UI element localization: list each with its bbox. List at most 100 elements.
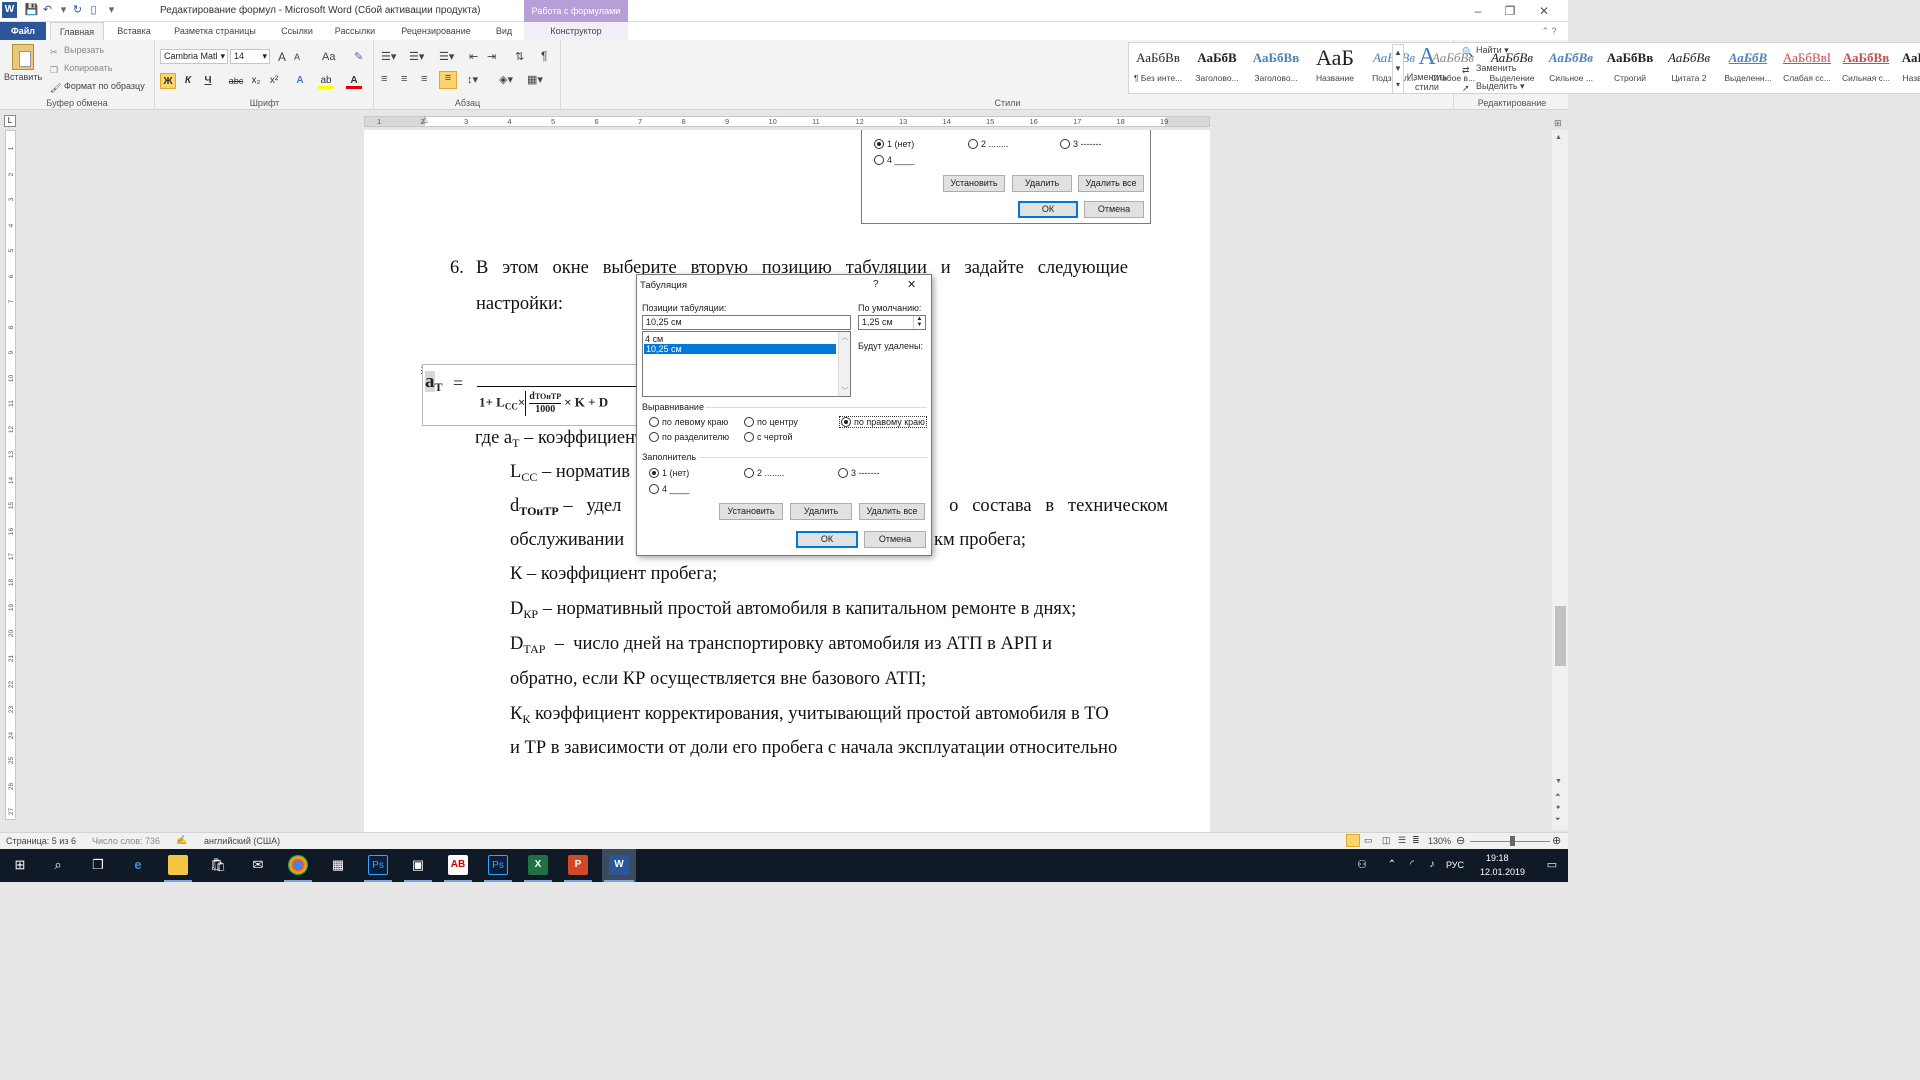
strikethrough-button[interactable]: abc [228,73,244,89]
next-page-icon[interactable]: ⏷ [1555,816,1561,824]
bg-set-button[interactable]: Установить [943,175,1005,192]
scroll-thumb[interactable] [1555,606,1566,666]
edge-icon[interactable]: e [128,855,148,875]
line-spacing-icon[interactable]: ↕▾ [467,73,478,86]
help-button[interactable]: ? [873,279,879,290]
shading-icon[interactable]: ◈▾ [499,73,513,86]
bg-fill-option-4[interactable]: 4 ____ [874,155,915,165]
zoom-in-icon[interactable]: ⊕ [1552,834,1561,847]
align-decimal-radio[interactable]: по разделителю [649,432,729,442]
align-left-radio[interactable]: по левому краю [649,417,728,427]
justify-icon[interactable]: ≡ [439,71,457,89]
style-intense-reference[interactable]: АаБбВв Сильная с... [1837,43,1895,93]
tab-mailings[interactable]: Рассылки [328,22,382,40]
bg-ok-button[interactable]: ОК [1018,201,1078,218]
style-subtle-reference[interactable]: АаБбВвI Слабая сс... [1778,43,1836,93]
search-icon[interactable]: ⌕ [48,855,68,875]
list-scrollbar[interactable]: ︿ ﹀ [838,332,850,396]
bg-delete-button[interactable]: Удалить [1012,175,1072,192]
network-icon[interactable]: ◜ [1402,855,1422,875]
explorer-icon[interactable] [168,855,188,875]
volume-icon[interactable]: ♪ [1422,855,1442,875]
sort-icon[interactable]: ⇅ [515,50,524,63]
bg-delete-all-button[interactable]: Удалить все [1078,175,1144,192]
fill-option-4[interactable]: 4 ____ [649,484,690,494]
minimize-button[interactable]: – [1464,3,1492,19]
outline-icon[interactable]: ☰ [1398,835,1406,846]
equation-box[interactable]: ⋮ aТ = 1 1+ LCC×dТОиТР1000× K + D [417,364,662,426]
task-view-icon[interactable]: ❐ [88,855,108,875]
clock-time[interactable]: 19:18 [1486,853,1509,863]
word-count[interactable]: Число слов: 736 [92,836,160,846]
delete-button[interactable]: Удалить [790,503,852,520]
notifications-icon[interactable]: ▭ [1542,855,1562,875]
language[interactable]: английский (США) [204,836,280,846]
bg-fill-option-1[interactable]: 1 (нет) [874,139,914,149]
paste-button[interactable]: Вставить [4,44,42,92]
tab-design[interactable]: Конструктор [524,22,628,40]
subscript-button[interactable]: x₂ [248,73,264,89]
clock-date[interactable]: 12.01.2019 [1480,867,1525,877]
dialog-close-button[interactable]: ✕ [907,278,916,291]
spinner-arrows-icon[interactable]: ▲ ▼ [913,316,925,329]
format-painter-button[interactable]: 🖌 Формат по образцу [50,81,145,94]
store-icon[interactable]: 🛍 [208,855,228,875]
delete-all-button[interactable]: Удалить все [859,503,925,520]
abbyy-icon[interactable]: AB [448,855,468,875]
superscript-button[interactable]: x² [266,73,282,89]
align-bar-radio[interactable]: с чертой [744,432,793,442]
powerpoint-icon[interactable]: P [568,855,588,875]
tab-file[interactable]: Файл [0,22,46,40]
align-center-radio[interactable]: по центру [744,417,798,427]
highlight-button[interactable]: ab [318,73,334,89]
bold-button[interactable]: Ж [160,73,176,89]
scroll-up-icon[interactable]: ︿ [839,332,851,342]
fill-option-2[interactable]: 2 ........ [744,468,785,478]
copy-button[interactable]: ❐ Копировать [50,63,112,76]
web-layout-icon[interactable]: ◫ [1382,835,1391,846]
word-taskbar-button[interactable]: W [602,849,636,882]
close-window-button[interactable]: ✕ [1530,3,1558,19]
page-count[interactable]: Страница: 5 из 6 [6,836,76,846]
scroll-down-icon[interactable]: ▼ [1555,778,1562,785]
vertical-scrollbar[interactable]: ⊞ ▲ ▼ ⏶ ● ⏷ [1552,118,1568,830]
underline-button[interactable]: Ч [200,73,216,89]
cut-button[interactable]: ✂ Вырезать [50,45,104,58]
undo-dropdown-icon[interactable]: ▾ [56,3,71,18]
bg-cancel-button[interactable]: Отмена [1084,201,1144,218]
change-styles-button[interactable]: A Изменить стили [1404,42,1450,92]
numbering-icon[interactable]: ☰▾ [409,50,424,63]
ribbon-collapse-icon[interactable]: ⌃ ? [1534,22,1564,40]
scroll-up-icon[interactable]: ▲ [1555,134,1562,141]
tab-view[interactable]: Вид [488,22,520,40]
bg-fill-option-2[interactable]: 2 ........ [968,139,1009,149]
change-case-button[interactable]: Aa [322,51,335,63]
align-right-radio[interactable]: по правому краю [839,416,927,428]
tab-review[interactable]: Рецензирование [390,22,482,40]
zoom-out-icon[interactable]: ⊖ [1456,834,1465,847]
draft-icon[interactable]: ≣ [1412,835,1420,846]
italic-button[interactable]: К [180,73,196,89]
proofing-icon[interactable]: ✍ [176,835,187,846]
find-button[interactable]: 🔍 Найти ▾ [1462,45,1509,58]
font-name-dropdown[interactable]: Cambria Matl ▾ [160,49,228,64]
calculator-icon[interactable]: ▦ [328,855,348,875]
style-heading2[interactable]: АаБбВв Заголово... [1247,43,1305,93]
tray-expand-icon[interactable]: ⌃ [1382,855,1402,875]
clear-formatting-icon[interactable]: ✎ [354,50,363,63]
photoshop-icon[interactable]: Ps [368,855,388,875]
word-logo-icon[interactable]: W [2,2,17,18]
list-item-selected[interactable]: 10,25 см [644,344,836,354]
reading-view-icon[interactable]: ▭ [1364,835,1373,846]
ok-button[interactable]: ОК [796,531,858,548]
bullets-icon[interactable]: ☰▾ [381,50,396,63]
photoshop-2-icon[interactable]: Ps [488,855,508,875]
cancel-button[interactable]: Отмена [864,531,926,548]
maximize-button[interactable]: ❐ [1496,3,1524,19]
print-layout-icon[interactable] [1346,834,1360,847]
people-icon[interactable]: ⚇ [1352,855,1372,875]
horizontal-ruler[interactable]: 1 2 3 4 5 6 7 8 9 10 11 12 13 14 15 16 17 18 19 ⏃ [364,116,1210,127]
text-effects-button[interactable]: A [292,73,308,89]
show-marks-button[interactable]: ¶ [541,49,547,63]
zoom-level[interactable]: 130% [1428,836,1451,846]
